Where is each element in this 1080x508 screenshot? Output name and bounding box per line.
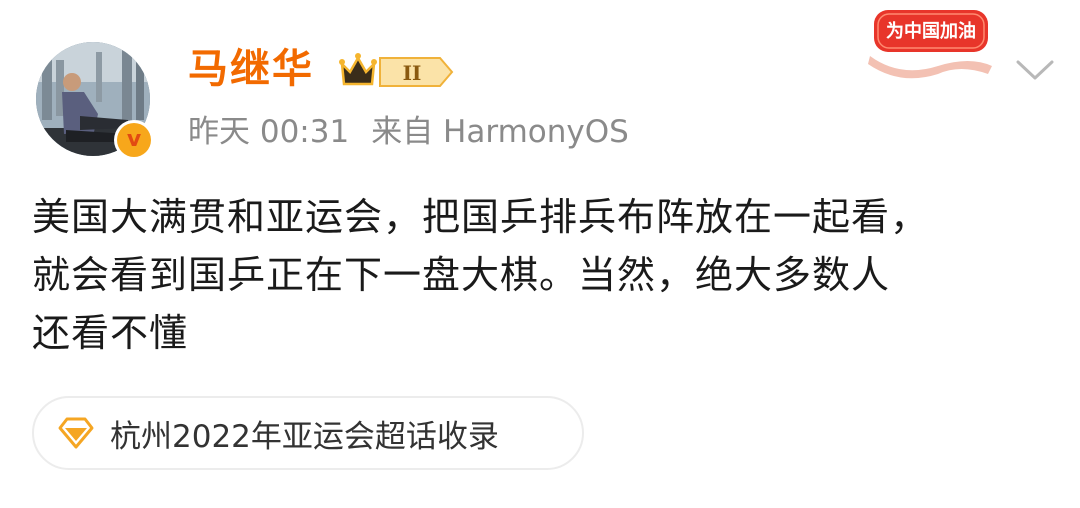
diamond-icon [58,417,94,449]
username[interactable]: 马继华 [188,44,314,94]
topic-chip[interactable]: 杭州2022年亚运会超话收录 [32,396,584,470]
verified-v-icon: v [114,120,154,160]
weibo-post: v 马继华 II 昨天 00:31 来自 HarmonyOS 为中国加油 美国大满… [0,0,1080,508]
post-content-line: 就会看到国乒正在下一盘大棋。当然，绝大多数人 [32,253,891,297]
post-meta: 昨天 00:31 来自 HarmonyOS [188,110,629,154]
post-content: 美国大满贯和亚运会，把国乒排兵布阵放在一起看， 就会看到国乒正在下一盘大棋。当然… [32,188,1062,362]
topic-label: 杭州2022年亚运会超话收录 [110,418,499,455]
campaign-badge[interactable]: 为中国加油 [860,6,1000,80]
chevron-down-icon[interactable] [1010,52,1060,88]
post-source: 来自 HarmonyOS [371,114,629,150]
campaign-badge-label: 为中国加油 [886,20,976,42]
vip-level-label: II [403,61,422,85]
post-content-line: 美国大满贯和亚运会，把国乒排兵布阵放在一起看， [32,195,930,239]
vip-crown-icon[interactable]: II [336,50,454,94]
post-time: 昨天 00:31 [188,114,350,150]
post-content-line: 还看不懂 [32,311,189,355]
avatar[interactable]: v [36,42,154,160]
